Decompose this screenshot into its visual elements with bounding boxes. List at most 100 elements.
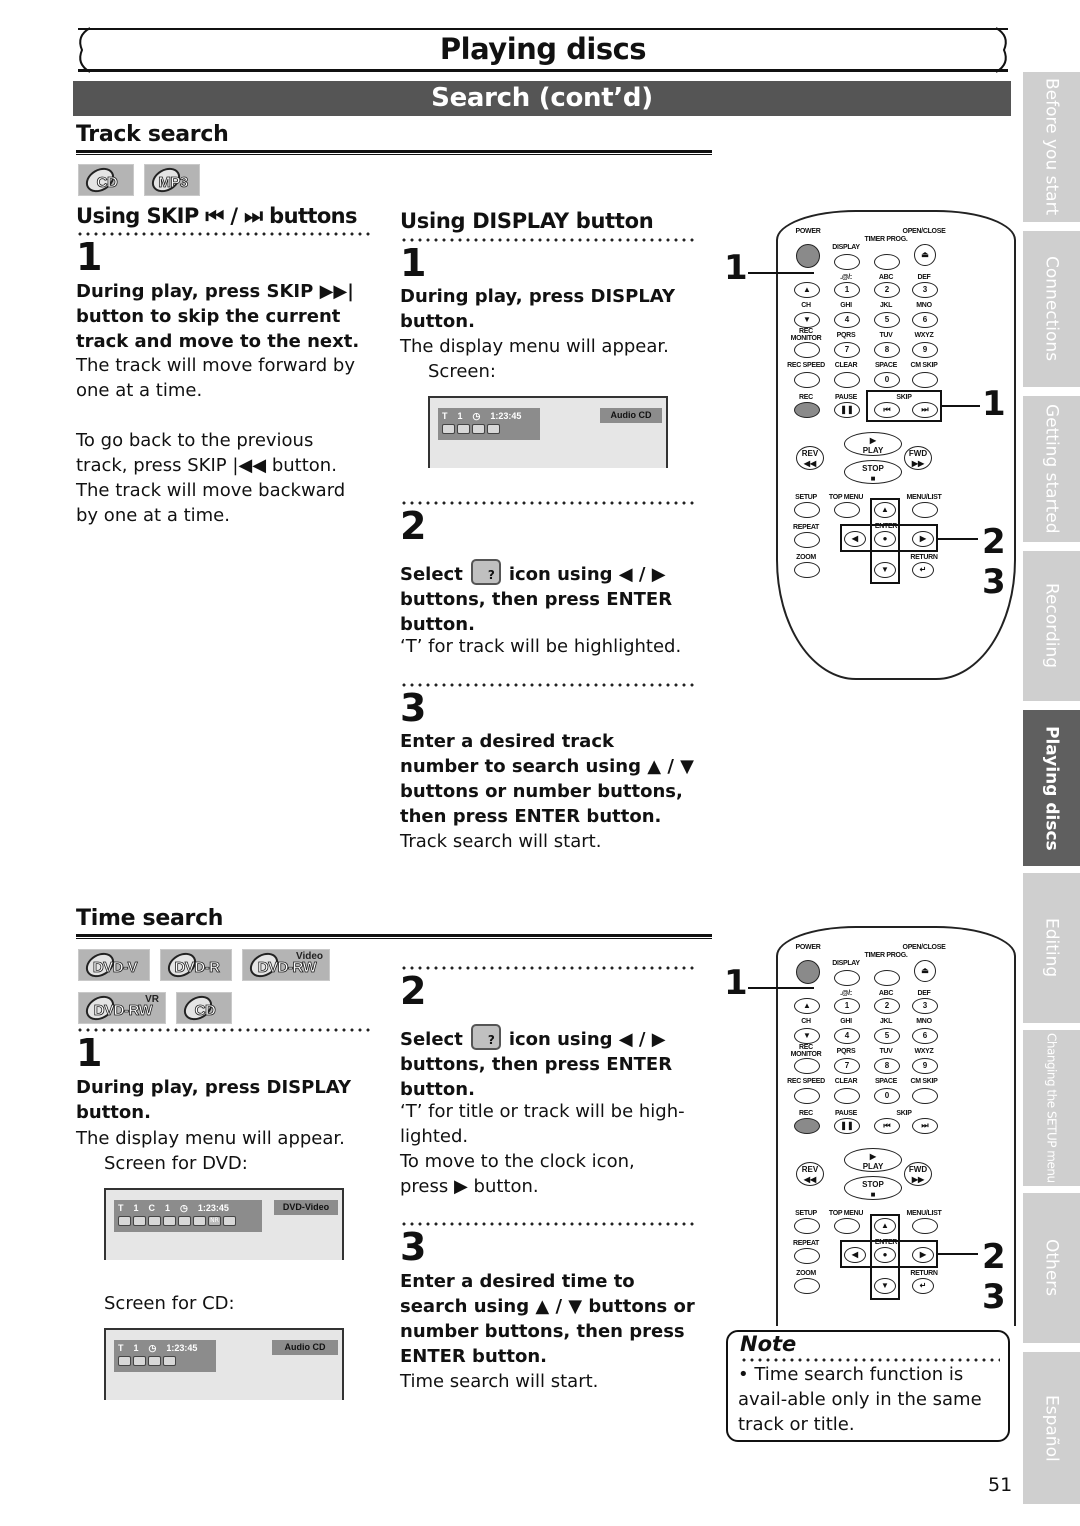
step-instruction: Selecticon using ◀ / ▶ buttons, then pre… bbox=[400, 559, 690, 637]
callout-number: 1 bbox=[724, 963, 748, 1003]
digit-button: 4 bbox=[834, 312, 860, 328]
remote-label: SETUP bbox=[795, 1210, 817, 1217]
callout-number: 1 bbox=[724, 248, 748, 288]
digit-button: 8 bbox=[874, 1058, 900, 1074]
remote-label: CH bbox=[801, 302, 811, 309]
side-tab-recording[interactable]: Recording bbox=[1023, 551, 1080, 701]
side-tab-editing[interactable]: Editing bbox=[1023, 873, 1080, 1023]
menu-list-button bbox=[912, 502, 938, 518]
remote-label: POWER bbox=[795, 944, 821, 951]
remote-label: REC SPEED bbox=[787, 362, 825, 369]
up-arrow-button: ▲ bbox=[874, 1218, 896, 1234]
step-number: 3 bbox=[400, 1225, 427, 1269]
step-description: Track search will start. bbox=[400, 831, 602, 852]
disc-badge-dvd-rw-video: Video DVD-RW bbox=[242, 947, 330, 983]
remote-label: SETUP bbox=[795, 494, 817, 501]
setup-button bbox=[794, 502, 820, 518]
enter-button: ● bbox=[874, 1247, 896, 1263]
remote-label: .@/: bbox=[840, 990, 852, 997]
track-search-disc-badges: CD MP3 bbox=[78, 162, 200, 198]
digit-button: 5 bbox=[874, 312, 900, 328]
remote-label: POWER bbox=[795, 228, 821, 235]
side-tab-connections[interactable]: Connections bbox=[1023, 231, 1080, 387]
osd-time: 1:23:45 bbox=[166, 1343, 198, 1353]
digit-button: 7 bbox=[834, 1058, 860, 1074]
step-description: Time search will start. bbox=[400, 1371, 599, 1392]
dotted-divider bbox=[76, 232, 372, 236]
disc-badge-dvd-r: DVD-R bbox=[160, 947, 232, 983]
disc-badge-cd: CD bbox=[78, 162, 134, 198]
section-rule bbox=[76, 150, 712, 155]
step-number: 2 bbox=[400, 969, 427, 1013]
program-icon bbox=[487, 424, 500, 434]
right-arrow-button: ▶ bbox=[912, 1247, 934, 1263]
step-number: 1 bbox=[400, 241, 427, 285]
remote-label: CLEAR bbox=[834, 1078, 858, 1085]
step-description: The display menu will appear. bbox=[76, 1128, 345, 1149]
remote-label: SKIP bbox=[896, 1110, 912, 1117]
disc-badge-label: DVD-R bbox=[174, 959, 220, 977]
side-tab-getting-started[interactable]: Getting started bbox=[1023, 396, 1080, 542]
fwd-button: FWD ▶▶ bbox=[904, 446, 932, 470]
osd-title-label: T bbox=[118, 1203, 124, 1213]
channel-up-button: ▲ bbox=[794, 282, 820, 298]
side-tab-playing-discs[interactable]: Playing discs bbox=[1023, 710, 1080, 866]
remote-label: TOP MENU bbox=[828, 494, 864, 501]
digit-button: 6 bbox=[912, 1028, 938, 1044]
screen-label: Screen for CD: bbox=[104, 1293, 235, 1314]
disc-badge-mp3: MP3 bbox=[144, 162, 200, 198]
instruction-prefix: Select bbox=[400, 1029, 463, 1050]
step-description-secondary: To go back to the previous track, press … bbox=[76, 430, 346, 526]
remote-label: REPEAT bbox=[792, 524, 820, 531]
rec-speed-button bbox=[794, 1088, 820, 1104]
osd-time: 1:23:45 bbox=[490, 411, 522, 421]
up-arrow-button: ▲ bbox=[874, 502, 896, 518]
remote-label: REC MONITOR bbox=[790, 1044, 822, 1058]
section-rule bbox=[76, 934, 712, 939]
clear-button bbox=[834, 1088, 860, 1104]
play-button: ▶ PLAY bbox=[844, 1148, 902, 1172]
clear-button bbox=[834, 372, 860, 388]
cm-skip-button bbox=[912, 1088, 938, 1104]
subtitle-icon bbox=[148, 1216, 161, 1226]
remote-label: REC SPEED bbox=[787, 1078, 825, 1085]
remote-label: GHI bbox=[840, 302, 852, 309]
track-search-heading: Track search bbox=[76, 122, 229, 147]
zoom-button bbox=[794, 1278, 820, 1294]
zoom-icon bbox=[223, 1216, 236, 1226]
rec-monitor-button bbox=[794, 1058, 820, 1074]
disc-badge-label: DVD-RW bbox=[257, 959, 317, 977]
side-tab-changing-setup-menu[interactable]: Changing the SETUP menu bbox=[1023, 1030, 1080, 1186]
fwd-button: FWD ▶▶ bbox=[904, 1162, 932, 1186]
side-tab-espanol[interactable]: Español bbox=[1023, 1352, 1080, 1504]
display-method-heading: Using DISPLAY button bbox=[400, 209, 654, 233]
osd-track-label: T bbox=[118, 1343, 124, 1353]
remote-label: REC bbox=[799, 394, 813, 401]
remote-label: CM SKIP bbox=[910, 1078, 938, 1085]
repeat-icon bbox=[148, 1356, 161, 1366]
skip-back-button: ⏮ bbox=[874, 402, 900, 418]
repeat-button bbox=[794, 1248, 820, 1264]
audio-icon bbox=[133, 1356, 146, 1366]
top-menu-button bbox=[834, 502, 860, 518]
dotted-divider bbox=[400, 683, 696, 687]
digit-button: 2 bbox=[874, 998, 900, 1014]
dotted-divider bbox=[400, 966, 696, 970]
display-button bbox=[834, 970, 860, 986]
pause-button: ❚❚ bbox=[834, 402, 860, 418]
rec-monitor-button bbox=[794, 342, 820, 358]
digit-button: 8 bbox=[874, 342, 900, 358]
side-tab-others[interactable]: Others bbox=[1023, 1193, 1080, 1343]
callout-number: 3 bbox=[982, 1277, 1006, 1317]
time-search-disc-badges-row2: VR DVD-RW CD bbox=[78, 990, 232, 1026]
step-instruction: During play, press DISPLAY button. bbox=[76, 1077, 352, 1123]
chapter-title: Playing discs bbox=[439, 32, 647, 66]
remote-label: TOP MENU bbox=[828, 1210, 864, 1217]
remote-label: ENTER bbox=[874, 523, 898, 530]
side-tab-before-you-start[interactable]: Before you start bbox=[1023, 72, 1080, 222]
digit-button: 4 bbox=[834, 1028, 860, 1044]
side-tab-label: Recording bbox=[1041, 583, 1062, 669]
remote-label: .@/: bbox=[840, 274, 852, 281]
remote-label: ZOOM bbox=[796, 554, 816, 561]
digit-button: 0 bbox=[874, 372, 900, 388]
